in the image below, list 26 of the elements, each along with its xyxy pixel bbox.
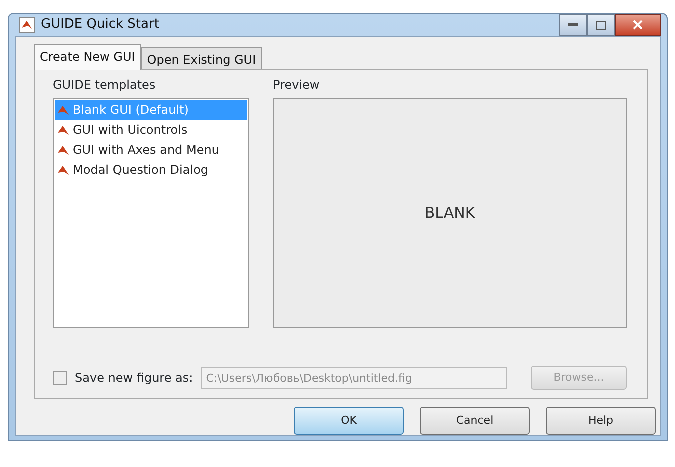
matlab-icon xyxy=(58,144,69,156)
matlab-icon xyxy=(58,104,69,116)
matlab-icon xyxy=(58,164,69,176)
preview-label: Preview xyxy=(273,77,321,94)
preview-text: BLANK xyxy=(424,202,476,224)
templates-label: GUIDE templates xyxy=(53,77,157,94)
window-title: GUIDE Quick Start xyxy=(41,16,160,34)
minimize-button[interactable] xyxy=(559,14,587,36)
template-item[interactable]: Modal Question Dialog xyxy=(55,160,247,180)
dialog-button[interactable]: Help xyxy=(546,407,656,435)
maximize-icon xyxy=(596,20,606,30)
app-icon xyxy=(19,17,35,33)
dialog-button[interactable]: Cancel xyxy=(420,407,530,435)
tab[interactable]: Open Existing GUI xyxy=(141,47,262,69)
template-item[interactable]: GUI with Uicontrols xyxy=(55,120,247,140)
templates-list[interactable]: Blank GUI (Default) GUI with Uicontrols GUI with Axes and Menu Modal Question Dialog xyxy=(53,98,249,328)
template-item[interactable]: GUI with Axes and Menu xyxy=(55,140,247,160)
tab[interactable]: Create New GUI xyxy=(34,44,142,70)
close-button[interactable] xyxy=(615,14,661,36)
matlab-icon xyxy=(58,124,69,136)
maximize-button[interactable] xyxy=(587,14,615,36)
close-icon xyxy=(633,20,643,30)
minimize-icon xyxy=(568,23,578,27)
save-checkbox[interactable] xyxy=(53,371,67,385)
dialog-button[interactable]: OK xyxy=(294,407,404,435)
save-label: Save new figure as: xyxy=(75,370,194,387)
